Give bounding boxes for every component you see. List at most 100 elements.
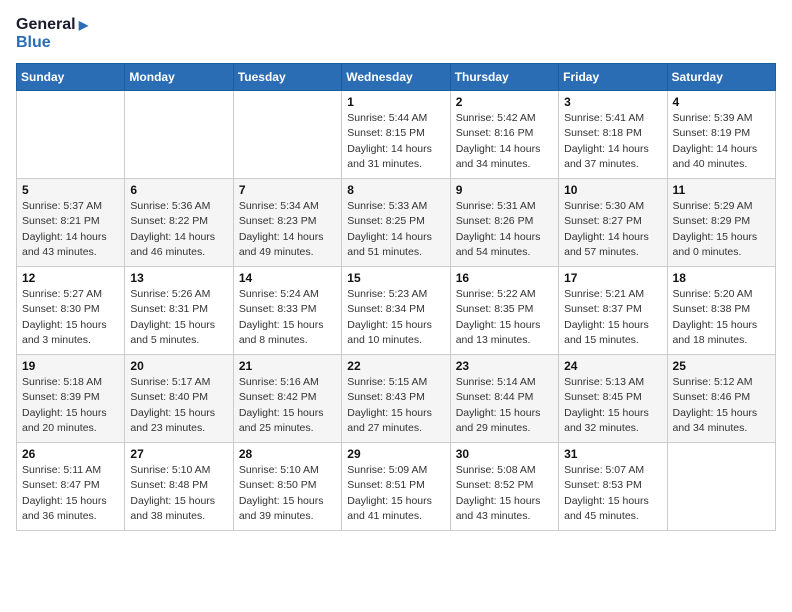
day-info: Sunrise: 5:26 AMSunset: 8:31 PMDaylight:… — [130, 287, 227, 348]
day-info: Sunrise: 5:30 AMSunset: 8:27 PMDaylight:… — [564, 199, 661, 260]
week-row: 19 Sunrise: 5:18 AMSunset: 8:39 PMDayligh… — [17, 355, 776, 443]
day-info: Sunrise: 5:36 AMSunset: 8:22 PMDaylight:… — [130, 199, 227, 260]
calendar-cell: 20 Sunrise: 5:17 AMSunset: 8:40 PMDayligh… — [125, 355, 233, 443]
calendar-cell — [17, 91, 125, 179]
day-number: 20 — [130, 359, 227, 373]
calendar-cell: 19 Sunrise: 5:18 AMSunset: 8:39 PMDayligh… — [17, 355, 125, 443]
calendar-cell: 13 Sunrise: 5:26 AMSunset: 8:31 PMDayligh… — [125, 267, 233, 355]
day-info: Sunrise: 5:37 AMSunset: 8:21 PMDaylight:… — [22, 199, 119, 260]
day-number: 12 — [22, 271, 119, 285]
page-header: General ▶Blue — [16, 16, 776, 51]
header-day: Tuesday — [233, 64, 341, 91]
day-info: Sunrise: 5:33 AMSunset: 8:25 PMDaylight:… — [347, 199, 444, 260]
calendar-cell: 4Sunrise: 5:39 AMSunset: 8:19 PMDaylight… — [667, 91, 775, 179]
calendar-body: 1Sunrise: 5:44 AMSunset: 8:15 PMDaylight… — [17, 91, 776, 531]
day-number: 21 — [239, 359, 336, 373]
day-number: 19 — [22, 359, 119, 373]
day-number: 6 — [130, 183, 227, 197]
calendar-cell: 25 Sunrise: 5:12 AMSunset: 8:46 PMDayligh… — [667, 355, 775, 443]
calendar-cell: 2 Sunrise: 5:42 AMSunset: 8:16 PMDaylight… — [450, 91, 558, 179]
calendar-cell — [125, 91, 233, 179]
day-info: Sunrise: 5:10 AMSunset: 8:48 PMDaylight:… — [130, 463, 227, 524]
day-info: Sunrise: 5:29 AMSunset: 8:29 PMDaylight:… — [673, 199, 770, 260]
day-info: Sunrise: 5:42 AMSunset: 8:16 PMDaylight:… — [456, 111, 553, 172]
week-row: 1Sunrise: 5:44 AMSunset: 8:15 PMDaylight… — [17, 91, 776, 179]
day-number: 28 — [239, 447, 336, 461]
day-info: Sunrise: 5:14 AMSunset: 8:44 PMDaylight:… — [456, 375, 553, 436]
day-info: Sunrise: 5:39 AMSunset: 8:19 PMDaylight:… — [673, 111, 770, 172]
day-number: 31 — [564, 447, 661, 461]
header-day: Saturday — [667, 64, 775, 91]
day-info: Sunrise: 5:16 AMSunset: 8:42 PMDaylight:… — [239, 375, 336, 436]
calendar-cell: 31Sunrise: 5:07 AMSunset: 8:53 PMDayligh… — [559, 443, 667, 531]
week-row: 26 Sunrise: 5:11 AMSunset: 8:47 PMDayligh… — [17, 443, 776, 531]
calendar-cell: 3Sunrise: 5:41 AMSunset: 8:18 PMDaylight… — [559, 91, 667, 179]
calendar-cell: 23 Sunrise: 5:14 AMSunset: 8:44 PMDayligh… — [450, 355, 558, 443]
day-number: 7 — [239, 183, 336, 197]
calendar-cell: 8 Sunrise: 5:33 AMSunset: 8:25 PMDaylight… — [342, 179, 450, 267]
calendar-cell: 22Sunrise: 5:15 AMSunset: 8:43 PMDayligh… — [342, 355, 450, 443]
day-number: 16 — [456, 271, 553, 285]
calendar-cell — [667, 443, 775, 531]
logo-line2: Blue — [16, 34, 88, 52]
logo: General ▶Blue — [16, 16, 88, 51]
day-info: Sunrise: 5:21 AMSunset: 8:37 PMDaylight:… — [564, 287, 661, 348]
calendar-cell: 17 Sunrise: 5:21 AMSunset: 8:37 PMDayligh… — [559, 267, 667, 355]
day-number: 2 — [456, 95, 553, 109]
calendar-cell: 15Sunrise: 5:23 AMSunset: 8:34 PMDayligh… — [342, 267, 450, 355]
calendar-cell: 26 Sunrise: 5:11 AMSunset: 8:47 PMDayligh… — [17, 443, 125, 531]
calendar-cell: 27 Sunrise: 5:10 AMSunset: 8:48 PMDayligh… — [125, 443, 233, 531]
calendar-cell: 30 Sunrise: 5:08 AMSunset: 8:52 PMDayligh… — [450, 443, 558, 531]
calendar-cell: 18Sunrise: 5:20 AMSunset: 8:38 PMDayligh… — [667, 267, 775, 355]
calendar-cell: 28 Sunrise: 5:10 AMSunset: 8:50 PMDayligh… — [233, 443, 341, 531]
day-number: 17 — [564, 271, 661, 285]
day-number: 25 — [673, 359, 770, 373]
calendar-cell: 7 Sunrise: 5:34 AMSunset: 8:23 PMDaylight… — [233, 179, 341, 267]
day-info: Sunrise: 5:15 AMSunset: 8:43 PMDaylight:… — [347, 375, 444, 436]
day-info: Sunrise: 5:18 AMSunset: 8:39 PMDaylight:… — [22, 375, 119, 436]
calendar-cell: 5Sunrise: 5:37 AMSunset: 8:21 PMDaylight… — [17, 179, 125, 267]
calendar-table: SundayMondayTuesdayWednesdayThursdayFrid… — [16, 63, 776, 531]
calendar-cell: 10 Sunrise: 5:30 AMSunset: 8:27 PMDayligh… — [559, 179, 667, 267]
day-info: Sunrise: 5:31 AMSunset: 8:26 PMDaylight:… — [456, 199, 553, 260]
day-number: 18 — [673, 271, 770, 285]
day-number: 8 — [347, 183, 444, 197]
logo-line1: General ▶ — [16, 16, 88, 34]
day-info: Sunrise: 5:17 AMSunset: 8:40 PMDaylight:… — [130, 375, 227, 436]
day-info: Sunrise: 5:24 AMSunset: 8:33 PMDaylight:… — [239, 287, 336, 348]
header-day: Wednesday — [342, 64, 450, 91]
day-info: Sunrise: 5:34 AMSunset: 8:23 PMDaylight:… — [239, 199, 336, 260]
day-info: Sunrise: 5:12 AMSunset: 8:46 PMDaylight:… — [673, 375, 770, 436]
day-number: 15 — [347, 271, 444, 285]
calendar-cell: 14 Sunrise: 5:24 AMSunset: 8:33 PMDayligh… — [233, 267, 341, 355]
calendar-cell: 11Sunrise: 5:29 AMSunset: 8:29 PMDayligh… — [667, 179, 775, 267]
day-number: 13 — [130, 271, 227, 285]
day-info: Sunrise: 5:08 AMSunset: 8:52 PMDaylight:… — [456, 463, 553, 524]
day-number: 26 — [22, 447, 119, 461]
calendar-cell: 12 Sunrise: 5:27 AMSunset: 8:30 PMDayligh… — [17, 267, 125, 355]
calendar-cell: 24 Sunrise: 5:13 AMSunset: 8:45 PMDayligh… — [559, 355, 667, 443]
calendar-cell — [233, 91, 341, 179]
day-number: 1 — [347, 95, 444, 109]
day-number: 23 — [456, 359, 553, 373]
day-info: Sunrise: 5:27 AMSunset: 8:30 PMDaylight:… — [22, 287, 119, 348]
calendar-cell: 16 Sunrise: 5:22 AMSunset: 8:35 PMDayligh… — [450, 267, 558, 355]
header-day: Friday — [559, 64, 667, 91]
day-info: Sunrise: 5:10 AMSunset: 8:50 PMDaylight:… — [239, 463, 336, 524]
calendar-cell: 6 Sunrise: 5:36 AMSunset: 8:22 PMDaylight… — [125, 179, 233, 267]
day-number: 27 — [130, 447, 227, 461]
day-number: 24 — [564, 359, 661, 373]
day-number: 29 — [347, 447, 444, 461]
day-number: 9 — [456, 183, 553, 197]
day-number: 10 — [564, 183, 661, 197]
day-info: Sunrise: 5:13 AMSunset: 8:45 PMDaylight:… — [564, 375, 661, 436]
calendar-cell: 9 Sunrise: 5:31 AMSunset: 8:26 PMDaylight… — [450, 179, 558, 267]
day-info: Sunrise: 5:41 AMSunset: 8:18 PMDaylight:… — [564, 111, 661, 172]
day-number: 14 — [239, 271, 336, 285]
day-number: 30 — [456, 447, 553, 461]
day-info: Sunrise: 5:22 AMSunset: 8:35 PMDaylight:… — [456, 287, 553, 348]
day-info: Sunrise: 5:11 AMSunset: 8:47 PMDaylight:… — [22, 463, 119, 524]
header-day: Sunday — [17, 64, 125, 91]
day-info: Sunrise: 5:09 AMSunset: 8:51 PMDaylight:… — [347, 463, 444, 524]
calendar-cell: 21 Sunrise: 5:16 AMSunset: 8:42 PMDayligh… — [233, 355, 341, 443]
